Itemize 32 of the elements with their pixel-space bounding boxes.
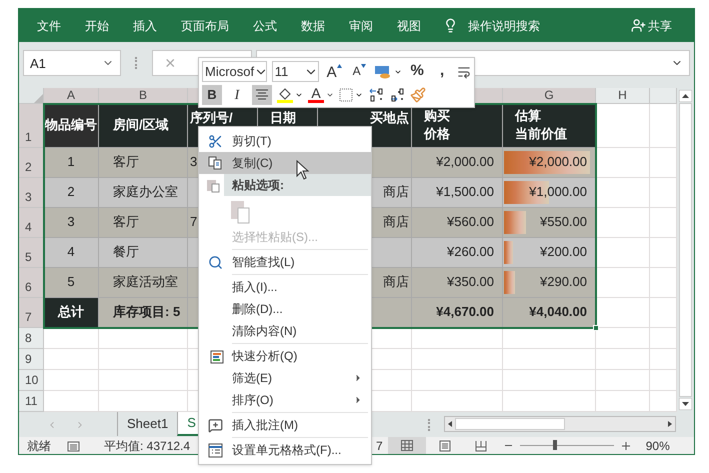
- table-cell: 库存项目: 5: [99, 298, 188, 328]
- header-cell: 物品编号: [44, 104, 99, 148]
- table-cell: ¥1,000.00: [503, 178, 596, 208]
- table-cell: 5: [44, 268, 99, 298]
- header-cell: 房间/区域: [99, 104, 188, 148]
- table-cell: ¥560.00: [412, 208, 503, 238]
- status-text: 就绪: [27, 438, 51, 454]
- table-cell: 客厅: [99, 148, 188, 178]
- table-cell: 总计: [44, 298, 99, 328]
- table-cell: ¥2,000.00: [412, 148, 503, 178]
- table-cell: 餐厅: [99, 238, 188, 268]
- table-cell: ¥4,040.00: [503, 298, 596, 328]
- table-cell: 家庭办公室: [99, 178, 188, 208]
- table-cell: 2: [44, 178, 99, 208]
- table-cell: 4: [44, 238, 99, 268]
- table-cell: ¥350.00: [412, 268, 503, 298]
- paste-options-heading: 粘贴选项:: [224, 174, 371, 196]
- table-cell: ¥290.00: [503, 268, 596, 298]
- header-cell: 估算 当前价值: [503, 104, 596, 148]
- table-cell: ¥1,500.00: [412, 178, 503, 208]
- average-text: 平均值: 43712.4: [104, 438, 190, 454]
- table-cell: 1: [44, 148, 99, 178]
- table-cell: ¥4,670.00: [412, 298, 503, 328]
- table-cell: ¥260.00: [412, 238, 503, 268]
- table-cell: ¥2,000.00: [503, 148, 596, 178]
- table-cell: ¥550.00: [503, 208, 596, 238]
- count-text: 7: [376, 438, 383, 454]
- header-cell: 购买 价格: [412, 104, 503, 148]
- table-cell: 家庭活动室: [99, 268, 188, 298]
- table-cell: 3: [44, 208, 99, 238]
- table-cell: ¥200.00: [503, 238, 596, 268]
- table-cell: 客厅: [99, 208, 188, 238]
